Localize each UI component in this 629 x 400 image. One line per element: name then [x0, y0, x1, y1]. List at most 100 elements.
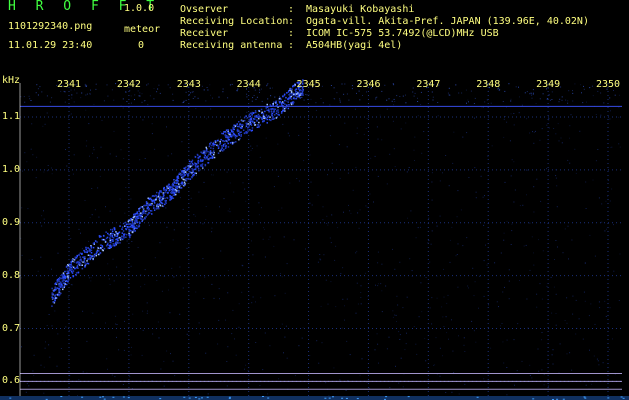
noise-dot: [582, 338, 584, 340]
noise-dot: [391, 100, 393, 102]
noise-dot: [584, 262, 586, 264]
noise-dot: [263, 227, 264, 229]
signal-point: [133, 225, 135, 227]
signal-point: [150, 210, 153, 212]
signal-point: [239, 123, 241, 125]
signal-point: [209, 157, 211, 159]
signal-point: [73, 267, 76, 269]
signal-point: [208, 145, 211, 148]
noise-dot: [457, 243, 459, 245]
noise-dot: [519, 205, 521, 207]
noise-dot: [542, 93, 544, 95]
noise-dot: [195, 108, 197, 110]
signal-point: [102, 234, 105, 237]
bottom-noise: [328, 397, 331, 399]
noise-dot: [179, 266, 181, 268]
signal-point: [280, 98, 282, 101]
noise-dot: [610, 110, 611, 112]
noise-dot: [81, 248, 83, 250]
x-tick-label: 2347: [416, 79, 441, 90]
noise-dot: [327, 303, 329, 305]
noise-dot: [432, 96, 434, 98]
noise-dot: [609, 200, 611, 202]
noise-dot: [536, 293, 538, 295]
noise-dot: [411, 270, 413, 272]
noise-dot: [137, 90, 139, 92]
noise-dot: [233, 191, 235, 193]
noise-dot: [490, 347, 492, 349]
signal-point: [70, 269, 73, 271]
noise-dot: [500, 252, 502, 254]
noise-dot: [46, 95, 48, 97]
noise-dot: [595, 114, 597, 115]
noise-dot: [274, 96, 276, 98]
signal-point: [141, 206, 144, 208]
signal-point: [178, 186, 181, 188]
noise-dot: [572, 92, 574, 94]
noise-dot: [244, 127, 246, 129]
noise-dot: [173, 276, 175, 278]
signal-point: [188, 160, 191, 163]
noise-dot: [605, 200, 607, 202]
signal-point: [166, 197, 169, 199]
noise-dot: [475, 197, 477, 199]
noise-dot: [555, 324, 557, 326]
noise-dot: [603, 102, 605, 104]
noise-dot: [597, 149, 599, 150]
bottom-noise: [267, 397, 270, 399]
signal-point: [175, 179, 178, 182]
noise-dot: [420, 282, 422, 284]
noise-dot: [407, 217, 408, 219]
noise-dot: [113, 130, 115, 132]
noise-dot: [167, 155, 169, 157]
noise-dot: [109, 284, 111, 285]
signal-point: [266, 122, 268, 124]
noise-dot: [503, 232, 505, 234]
noise-dot: [272, 87, 273, 89]
signal-point: [72, 270, 75, 272]
noise-dot: [193, 214, 195, 216]
bottom-noise: [584, 397, 587, 399]
noise-dot: [571, 239, 573, 241]
signal-point: [116, 233, 119, 235]
noise-dot: [375, 284, 376, 286]
noise-dot: [303, 99, 305, 101]
signal-point: [253, 122, 255, 125]
signal-point: [205, 146, 207, 149]
noise-dot: [399, 261, 401, 263]
noise-dot: [149, 95, 151, 97]
noise-dot: [329, 237, 331, 239]
noise-dot: [613, 90, 614, 91]
signal-point: [142, 207, 144, 209]
noise-dot: [414, 136, 416, 138]
signal-point: [225, 146, 227, 148]
noise-dot: [504, 286, 505, 288]
noise-dot: [295, 220, 297, 222]
noise-dot: [227, 292, 229, 294]
bottom-noise: [60, 396, 63, 398]
signal-point: [285, 96, 287, 99]
signal-point: [248, 113, 251, 116]
signal-point: [221, 147, 223, 149]
noise-dot: [154, 257, 156, 259]
noise-dot: [134, 99, 135, 101]
noise-dot: [166, 126, 167, 128]
signal-point: [205, 156, 208, 158]
noise-dot: [73, 101, 75, 103]
noise-dot: [109, 153, 111, 155]
noise-dot: [345, 390, 347, 391]
x-tick-label: 2348: [476, 79, 501, 90]
noise-dot: [111, 89, 113, 91]
noise-dot: [531, 97, 533, 99]
noise-dot: [338, 144, 340, 146]
noise-dot: [150, 197, 152, 199]
noise-dot: [108, 278, 110, 280]
noise-dot: [294, 375, 296, 377]
signal-point: [241, 120, 243, 122]
noise-dot: [112, 258, 114, 260]
noise-dot: [342, 267, 344, 269]
noise-dot: [325, 279, 327, 281]
noise-dot: [204, 276, 206, 278]
noise-dot: [561, 99, 563, 101]
signal-point: [125, 233, 128, 236]
